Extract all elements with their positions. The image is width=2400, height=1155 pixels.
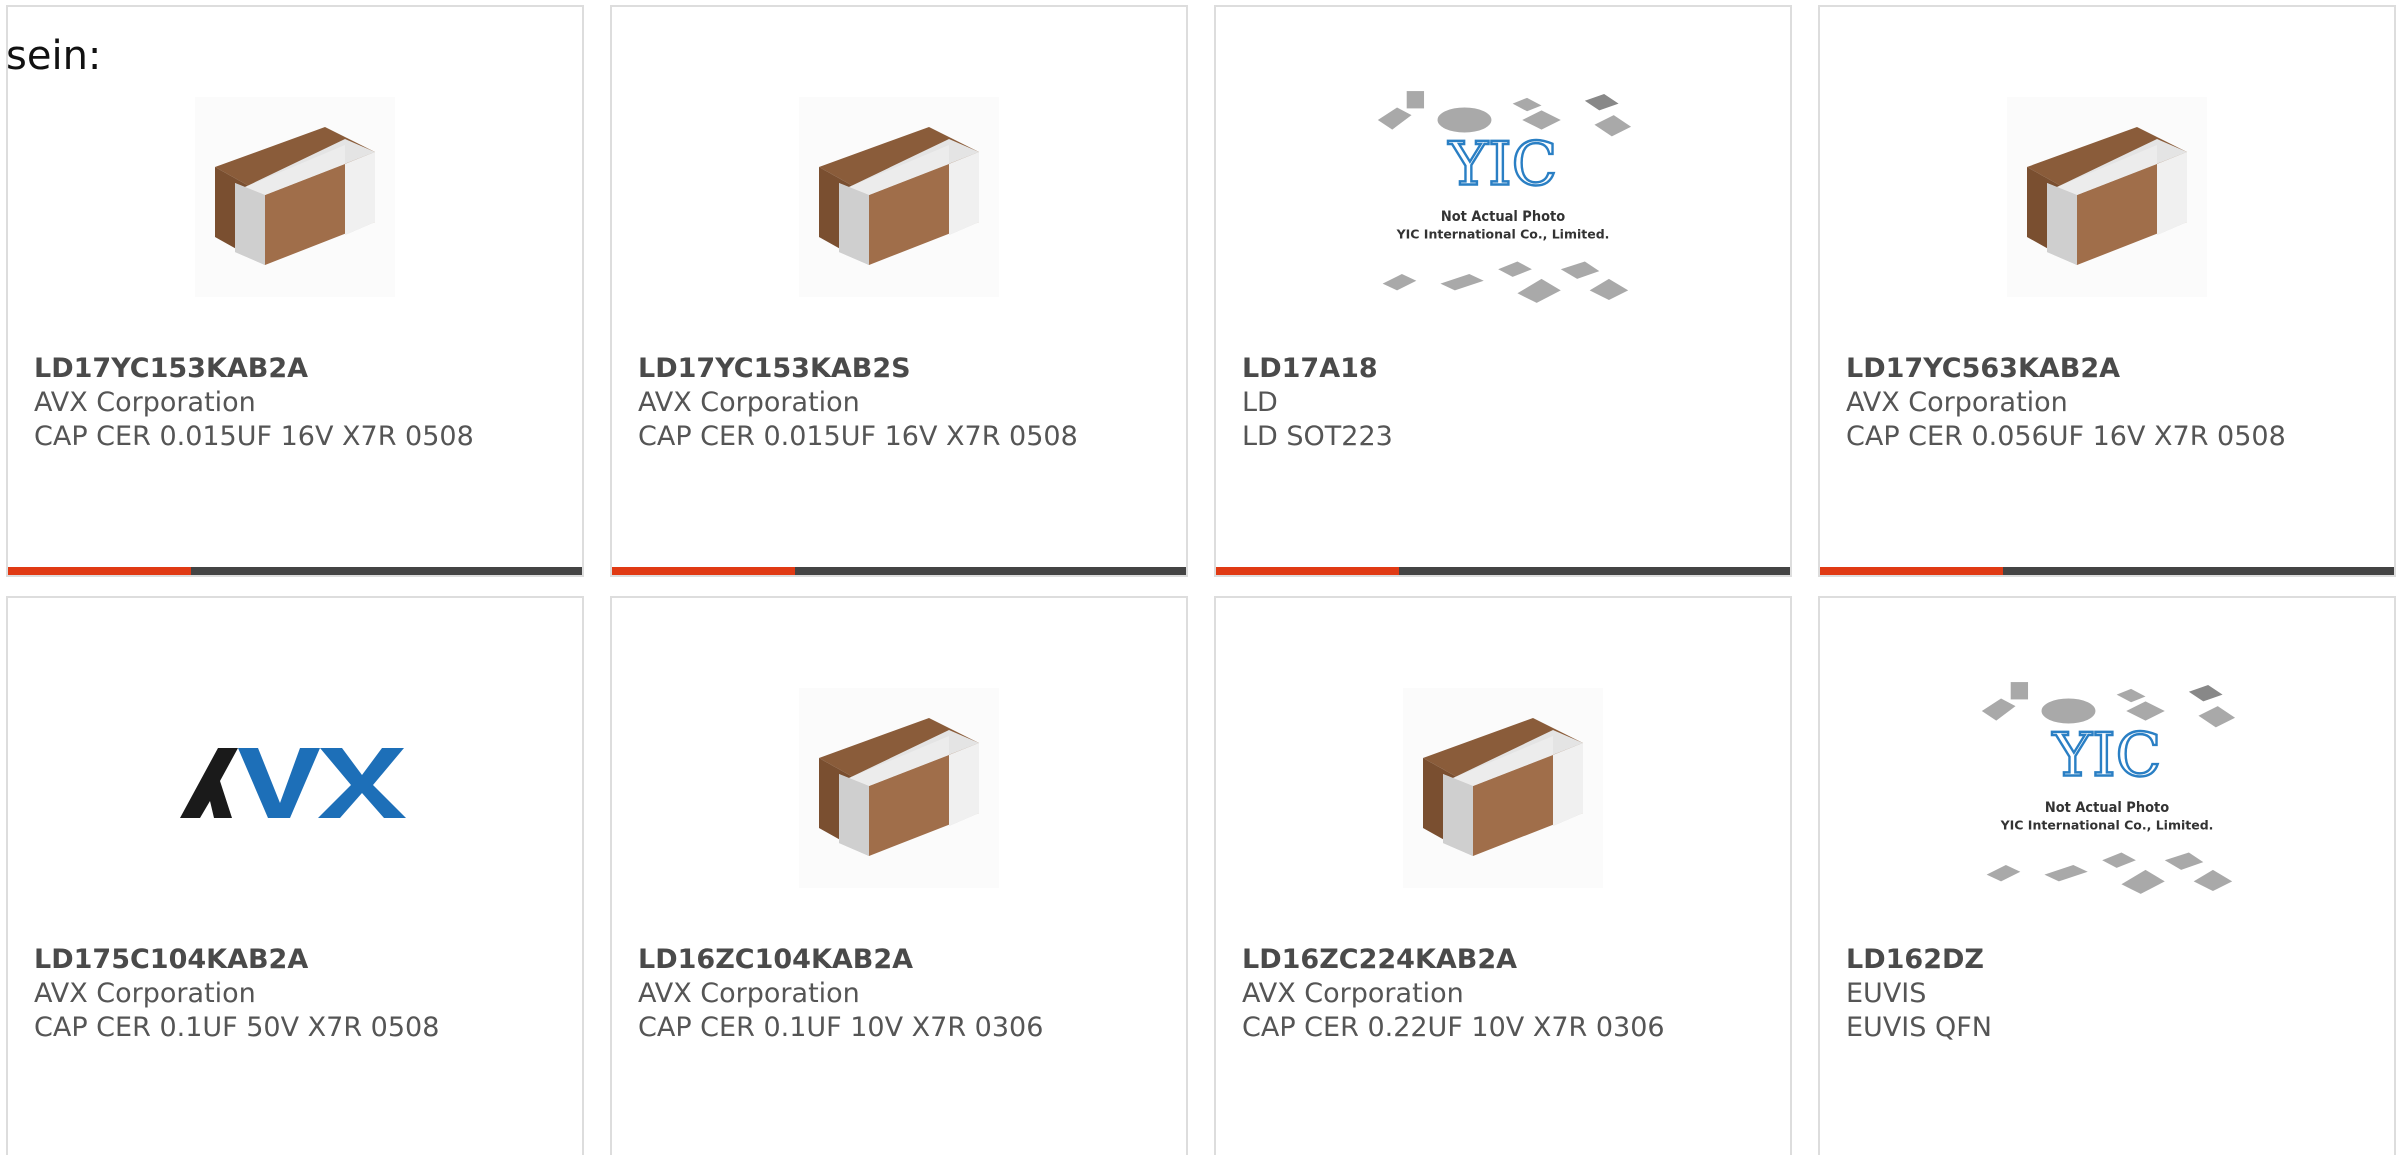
description: CAP CER 0.1UF 50V X7R 0508 [34, 1012, 440, 1043]
part-number-link[interactable]: LD17YC153KAB2A [34, 352, 562, 386]
product-card[interactable]: YIC Not Actual Photo YIC International C… [1214, 5, 1792, 577]
part-number-link[interactable]: LD16ZC224KAB2A [1242, 943, 1770, 977]
product-image[interactable] [1977, 72, 2237, 322]
manufacturer: EUVIS [1846, 978, 1927, 1009]
card-accent-bar [612, 567, 795, 575]
part-number-link[interactable]: LD17YC563KAB2A [1846, 352, 2374, 386]
product-card[interactable]: LD17YC153KAB2A AVX Corporation CAP CER 0.0… [6, 5, 584, 577]
product-image[interactable] [165, 663, 425, 913]
description: LD SOT223 [1242, 421, 1393, 452]
description: CAP CER 0.015UF 16V X7R 0508 [638, 421, 1078, 452]
product-image[interactable]: YIC Not Actual Photo YIC International C… [1373, 72, 1633, 322]
product-card[interactable]: LD17YC153KAB2S AVX Corporation CAP CER 0.0… [610, 5, 1188, 577]
manufacturer: AVX Corporation [34, 387, 256, 418]
card-accent-bar [8, 567, 191, 575]
part-number-link[interactable]: LD17YC153KAB2S [638, 352, 1166, 386]
card-bottom-bar [1820, 567, 2394, 575]
manufacturer: AVX Corporation [1242, 978, 1464, 1009]
product-image[interactable]: YIC Not Actual Photo YIC International C… [1977, 663, 2237, 913]
product-info: LD162DZ EUVIS EUVIS QFN [1846, 943, 2374, 1045]
product-info: LD17YC153KAB2S AVX Corporation CAP CER 0.0… [638, 352, 1166, 454]
card-bottom-bar [8, 567, 582, 575]
product-info: LD175C104KAB2A AVX Corporation CAP CER 0.1… [34, 943, 562, 1045]
yic-placeholder-icon: YIC Not Actual Photo YIC International C… [1377, 91, 1632, 303]
description: CAP CER 0.1UF 10V X7R 0306 [638, 1012, 1044, 1043]
product-image[interactable] [769, 663, 1029, 913]
manufacturer: LD [1242, 387, 1278, 418]
product-info: LD17A18 LD LD SOT223 [1242, 352, 1770, 454]
description: CAP CER 0.056UF 16V X7R 0508 [1846, 421, 2286, 452]
svg-text:YIC: YIC [2052, 721, 2162, 790]
capacitor-icon [799, 688, 999, 888]
svg-text:Not Actual Photo: Not Actual Photo [2045, 800, 2169, 816]
svg-text:YIC International Co., Limited: YIC International Co., Limited. [2000, 817, 2214, 832]
capacitor-icon [2007, 97, 2207, 297]
product-image[interactable] [1373, 663, 1633, 913]
description: CAP CER 0.22UF 10V X7R 0306 [1242, 1012, 1665, 1043]
part-number-link[interactable]: LD162DZ [1846, 943, 2374, 977]
product-image[interactable] [165, 72, 425, 322]
product-info: LD17YC153KAB2A AVX Corporation CAP CER 0.0… [34, 352, 562, 454]
manufacturer: AVX Corporation [1846, 387, 2068, 418]
product-info: LD16ZC104KAB2A AVX Corporation CAP CER 0.1… [638, 943, 1166, 1045]
description: CAP CER 0.015UF 16V X7R 0508 [34, 421, 474, 452]
card-bottom-bar [612, 567, 1186, 575]
capacitor-icon [799, 97, 999, 297]
part-number-link[interactable]: LD175C104KAB2A [34, 943, 562, 977]
description: EUVIS QFN [1846, 1012, 1992, 1043]
product-card[interactable]: LD16ZC104KAB2A AVX Corporation CAP CER 0.1… [610, 596, 1188, 1155]
svg-text:Not Actual Photo: Not Actual Photo [1441, 209, 1565, 225]
card-accent-bar [1820, 567, 2003, 575]
card-bottom-bar [1216, 567, 1790, 575]
product-grid-page: sein: LD17YC153KAB2A AVX Corporation CAP C… [0, 0, 2400, 1155]
product-card[interactable]: YIC Not Actual Photo YIC International C… [1818, 596, 2396, 1155]
yic-placeholder-icon: YIC Not Actual Photo YIC International C… [1981, 682, 2236, 894]
manufacturer: AVX Corporation [34, 978, 256, 1009]
manufacturer: AVX Corporation [638, 387, 860, 418]
part-number-link[interactable]: LD17A18 [1242, 352, 1770, 386]
manufacturer: AVX Corporation [638, 978, 860, 1009]
product-info: LD16ZC224KAB2A AVX Corporation CAP CER 0.2… [1242, 943, 1770, 1045]
product-card[interactable]: LD17YC563KAB2A AVX Corporation CAP CER 0.0… [1818, 5, 2396, 577]
svg-text:YIC International Co., Limited: YIC International Co., Limited. [1396, 226, 1610, 241]
part-number-link[interactable]: LD16ZC104KAB2A [638, 943, 1166, 977]
avx-logo-icon [180, 748, 406, 818]
product-card[interactable]: LD16ZC224KAB2A AVX Corporation CAP CER 0.2… [1214, 596, 1792, 1155]
product-info: LD17YC563KAB2A AVX Corporation CAP CER 0.0… [1846, 352, 2374, 454]
stray-text: sein: [6, 33, 102, 79]
product-card[interactable]: LD175C104KAB2A AVX Corporation CAP CER 0.1… [6, 596, 584, 1155]
product-image[interactable] [769, 72, 1029, 322]
card-accent-bar [1216, 567, 1399, 575]
capacitor-icon [195, 97, 395, 297]
svg-text:YIC: YIC [1448, 130, 1558, 199]
capacitor-icon [1403, 688, 1603, 888]
